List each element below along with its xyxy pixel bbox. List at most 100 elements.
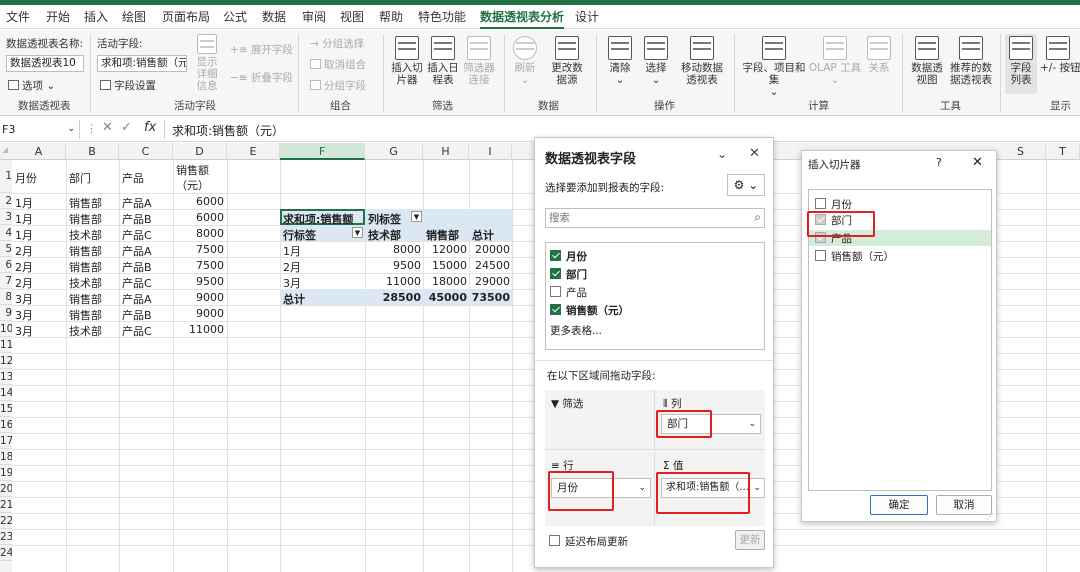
pivot-value[interactable]: 11000: [365, 275, 421, 288]
col-header-a[interactable]: A: [12, 143, 66, 160]
ok-button[interactable]: 确定: [870, 495, 928, 515]
tab-view[interactable]: 视图: [340, 5, 364, 29]
col-header-c[interactable]: C: [119, 143, 173, 160]
table-cell[interactable]: 3月: [15, 307, 33, 323]
table-cell[interactable]: 7500: [176, 243, 224, 256]
chevron-down-icon[interactable]: ⌄: [753, 479, 761, 497]
pivot-value-header[interactable]: 求和项:销售额: [283, 211, 353, 227]
table-cell[interactable]: 产品C: [122, 227, 152, 243]
row-header[interactable]: 7: [0, 273, 12, 289]
table-cell[interactable]: 销售部: [69, 211, 102, 227]
slicer-checkbox[interactable]: [815, 198, 826, 209]
pivot-total-value[interactable]: 28500: [365, 291, 421, 304]
pivot-col-item[interactable]: 技术部: [368, 227, 401, 243]
table-cell[interactable]: 9500: [176, 275, 224, 288]
chevron-down-icon[interactable]: ⌄: [748, 415, 756, 433]
col-header-t[interactable]: T: [1046, 143, 1080, 160]
change-source-button[interactable]: 更改数据源: [548, 36, 586, 86]
row-header[interactable]: 22: [0, 513, 12, 529]
ungroup-button[interactable]: 取消组合: [310, 57, 366, 72]
pivot-value[interactable]: 24500: [469, 259, 510, 272]
row-header[interactable]: 17: [0, 433, 12, 449]
row-header[interactable]: 20: [0, 481, 12, 497]
confirm-icon[interactable]: ✓: [121, 120, 132, 135]
table-cell[interactable]: 3月: [15, 291, 33, 307]
col-header-f[interactable]: F: [280, 143, 365, 160]
olap-tools-button[interactable]: OLAP 工具 ⌄: [808, 36, 862, 86]
field-checkbox[interactable]: [550, 268, 561, 279]
tab-home[interactable]: 开始: [46, 5, 70, 29]
field-checkbox[interactable]: [550, 286, 561, 297]
table-cell[interactable]: 销售部: [69, 291, 102, 307]
select-all-corner[interactable]: [2, 147, 8, 153]
pivot-value[interactable]: 8000: [365, 243, 421, 256]
table-cell[interactable]: 产品C: [122, 323, 152, 339]
pivot-col-item[interactable]: 总计: [472, 227, 494, 243]
row-header[interactable]: 10: [0, 321, 12, 337]
field-item[interactable]: 月份: [550, 249, 750, 263]
fx-icon[interactable]: fx: [144, 120, 156, 135]
pivot-value[interactable]: 29000: [469, 275, 510, 288]
pivot-value[interactable]: 18000: [423, 275, 467, 288]
plus-minus-button[interactable]: +/- 按钮: [1040, 36, 1080, 74]
table-cell[interactable]: 6000: [176, 195, 224, 208]
resize-grip-icon[interactable]: ⋰: [986, 512, 994, 521]
header-cell[interactable]: 部门: [69, 170, 91, 186]
row-header[interactable]: 1: [0, 160, 12, 193]
table-cell[interactable]: 6000: [176, 211, 224, 224]
pivot-value[interactable]: 15000: [423, 259, 467, 272]
defer-update-checkbox[interactable]: [549, 535, 560, 546]
pivot-col-item[interactable]: 销售部: [426, 227, 459, 243]
col-header-i[interactable]: I: [469, 143, 512, 160]
tab-page-layout[interactable]: 页面布局: [162, 5, 210, 29]
options-button[interactable]: 选项 ⌄: [8, 78, 55, 93]
pivot-name-input[interactable]: 数据透视表10: [6, 55, 84, 72]
col-header-h[interactable]: H: [423, 143, 469, 160]
row-header[interactable]: 15: [0, 401, 12, 417]
tab-special[interactable]: 特色功能: [418, 5, 466, 29]
table-cell[interactable]: 产品A: [122, 243, 152, 259]
table-cell[interactable]: 技术部: [69, 227, 102, 243]
pivot-total-label[interactable]: 总计: [283, 291, 305, 307]
table-cell[interactable]: 产品B: [122, 211, 152, 227]
field-checkbox[interactable]: [550, 250, 561, 261]
pivot-value[interactable]: 9500: [365, 259, 421, 272]
search-icon[interactable]: ⌕: [754, 210, 761, 225]
insert-slicer-button[interactable]: 插入切片器: [390, 36, 424, 86]
row-header[interactable]: 2: [0, 193, 12, 209]
pivot-value[interactable]: 12000: [423, 243, 467, 256]
close-icon[interactable]: ✕: [749, 146, 760, 161]
expand-field-button[interactable]: +≡ 展开字段: [230, 42, 293, 57]
pivot-row-item[interactable]: 1月: [283, 243, 301, 259]
row-header[interactable]: 13: [0, 369, 12, 385]
chevron-down-icon[interactable]: ⌄: [717, 147, 727, 161]
table-cell[interactable]: 3月: [15, 323, 33, 339]
slicer-item[interactable]: 销售额（元）: [809, 248, 991, 264]
tab-review[interactable]: 审阅: [302, 5, 326, 29]
refresh-button[interactable]: 刷新 ⌄: [510, 36, 540, 86]
col-header-g[interactable]: G: [365, 143, 423, 160]
fields-items-sets-button[interactable]: 字段、项目和集 ⌄: [742, 36, 806, 98]
table-cell[interactable]: 2月: [15, 275, 33, 291]
row-header[interactable]: 24: [0, 545, 12, 561]
slicer-checkbox[interactable]: [815, 250, 826, 261]
field-item[interactable]: 部门: [550, 267, 750, 281]
row-header[interactable]: 19: [0, 465, 12, 481]
table-cell[interactable]: 11000: [176, 323, 224, 336]
collapse-field-button[interactable]: −≡ 折叠字段: [230, 70, 293, 85]
group-selection-button[interactable]: → 分组选择: [310, 36, 364, 51]
table-cell[interactable]: 产品A: [122, 291, 152, 307]
field-list-button[interactable]: 字段列表: [1005, 34, 1037, 94]
table-cell[interactable]: 1月: [15, 211, 33, 227]
tab-draw[interactable]: 绘图: [122, 5, 146, 29]
table-cell[interactable]: 9000: [176, 307, 224, 320]
name-box[interactable]: F3 ⌄: [0, 120, 80, 139]
row-header[interactable]: 6: [0, 257, 12, 273]
pivot-col-label[interactable]: 列标签: [368, 211, 401, 227]
row-header[interactable]: 8: [0, 289, 12, 305]
row-header[interactable]: 4: [0, 225, 12, 241]
header-cell[interactable]: 月份: [15, 170, 37, 186]
select-button[interactable]: 选择 ⌄: [640, 36, 672, 86]
row-header[interactable]: 5: [0, 241, 12, 257]
tab-insert[interactable]: 插入: [84, 5, 108, 29]
